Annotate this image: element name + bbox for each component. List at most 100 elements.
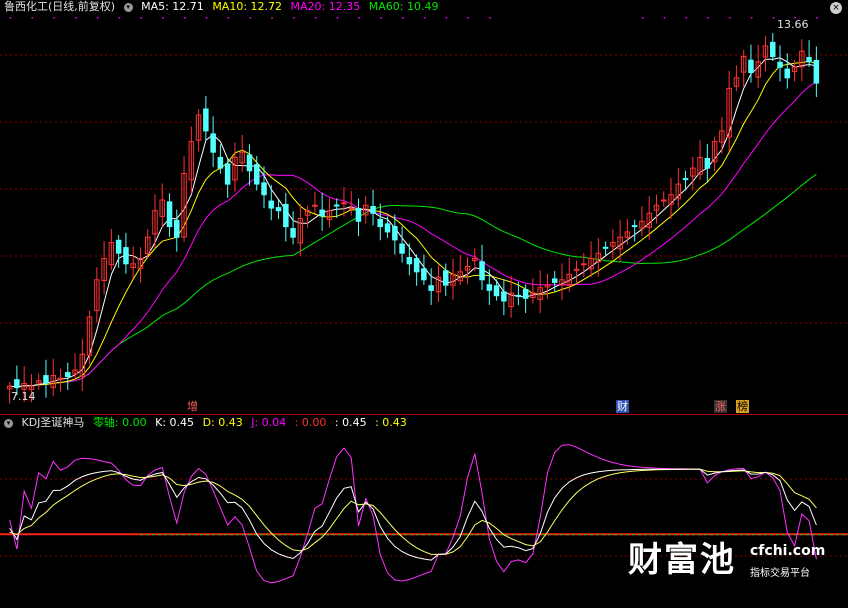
top-dot [271,17,273,19]
watermark-site: cfchi.com [750,543,826,559]
ma10-line [9,60,817,388]
top-dot [423,17,426,19]
marker-zeng: 增 [187,400,198,413]
candle-body [123,247,129,265]
top-dot [9,17,12,19]
candle-body [661,199,667,202]
candle-body [493,285,500,297]
candle-body [428,285,434,291]
value2-label: : 0.43 [375,416,407,429]
candle-body [203,108,209,132]
candle-body [166,201,173,228]
top-dot [314,17,317,19]
candle-body [275,207,282,212]
top-dot [380,17,382,19]
price-low-label: 7.14 [11,390,36,403]
candle-body [479,261,485,281]
top-dot [140,17,142,19]
candle-body [174,219,180,238]
candle-body [421,268,427,281]
candle-body [65,372,71,378]
top-dot [685,17,688,19]
candle-body [552,278,558,283]
k-label: K: 0.45 [155,416,195,429]
top-dot [53,17,55,19]
candle-body [43,375,49,384]
watermark-slogan: 指标交易平台 [750,568,810,579]
top-dot [31,17,33,19]
top-dot [227,17,230,19]
candle-body [115,239,122,254]
candle-body [501,291,507,302]
top-dot [772,17,775,19]
top-dot [184,17,186,19]
price-high-label: 13.66 [777,18,809,31]
candle-body [268,200,274,209]
watermark-brand: 财富池 [628,540,736,580]
top-dot [96,17,99,19]
candle-body [399,243,405,254]
candle-body [254,164,260,185]
candle-body [406,257,413,265]
candle-body [392,226,398,241]
top-dot [402,17,404,19]
candle-body [370,206,376,214]
top-dot [707,17,709,19]
candle-body [413,258,420,273]
settings-circle-icon[interactable]: ▾ [123,2,133,12]
ma20-line [9,81,817,388]
indicator-header: ▾ KDJ圣诞神马 零轴: 0.00 K: 0.45 D: 0.43 J: 0.… [4,416,412,430]
stock-chart [0,17,848,584]
candle-body [217,156,224,169]
top-dots [9,17,818,19]
candle-body [246,154,253,172]
ma5-label: MA5: 12.71 [141,0,204,13]
candle-body [224,163,231,185]
candle-body [486,284,493,291]
j-label: J: 0.04 [251,416,287,429]
red-value-label: : 0.00 [294,416,327,429]
top-dot [75,17,77,19]
candle-body [748,59,754,74]
candle-body [631,225,638,228]
value1-label: : 0.45 [334,416,367,429]
main-chart-header: 鲁西化工(日线,前复权) ▾ MA5: 12.71 MA10: 12.72 MA… [4,0,443,14]
candle-body [515,294,522,297]
candle-body [682,178,689,181]
ma20-label: MA20: 12.35 [290,0,361,13]
d-label: D: 0.43 [202,416,243,429]
indicator-settings-icon[interactable]: ▾ [4,418,13,428]
candle-body [806,57,812,63]
top-dot [641,17,644,19]
indicator-name: KDJ圣诞神马 [21,416,85,429]
top-dot [750,17,753,19]
candle-body [333,204,340,207]
candle-body [14,379,20,389]
top-dot [663,17,666,19]
candle-body [355,208,362,222]
candle-body [602,246,609,249]
candle-body [377,218,383,228]
zero-axis-label: 零轴: 0.00 [92,416,147,429]
top-dot [816,17,818,19]
top-dot [467,17,470,19]
candle-body [581,263,587,266]
top-dot [489,17,491,19]
top-dot [249,17,251,19]
top-dot [162,17,164,19]
candle-body [770,41,776,58]
marker-zhang: 涨 [714,400,727,413]
candle-body [443,270,449,286]
watermark: 财富池 cfchi.com 指标交易平台 [628,540,828,584]
ma60-label: MA60: 10.49 [368,0,439,13]
candle-body [348,207,354,210]
ma60-line [9,173,817,388]
candlesticks [6,32,820,404]
candle-body [261,182,267,196]
candle-body [704,158,711,169]
candle-body [522,289,529,299]
candle-body [312,204,318,207]
close-icon[interactable]: × [830,2,842,14]
top-dot [729,17,731,19]
candle-body [777,61,783,68]
